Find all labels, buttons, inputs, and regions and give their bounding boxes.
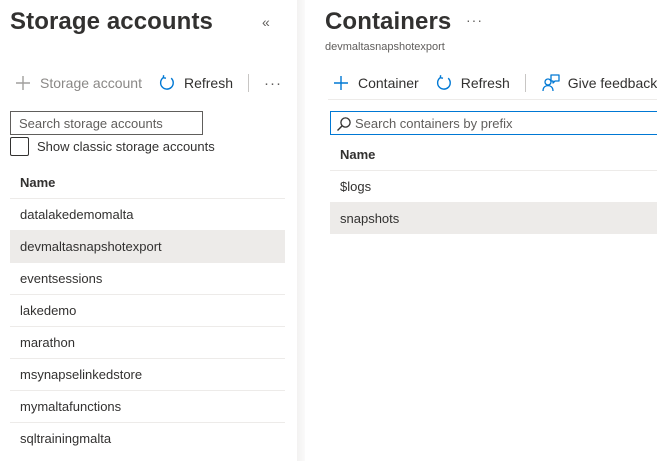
plus-icon [330, 72, 352, 94]
double-chevron-left-icon[interactable]: « [262, 14, 270, 30]
more-icon[interactable]: ··· [264, 75, 282, 92]
container-row[interactable]: snapshots [330, 202, 657, 234]
storage-accounts-column-header[interactable]: Name [20, 175, 55, 190]
containers-search-input[interactable] [331, 112, 657, 134]
toolbar-divider [328, 99, 657, 100]
storage-accounts-toolbar: Storage account Refresh ··· [12, 72, 282, 94]
storage-account-row[interactable]: devmaltasnapshotexport [10, 230, 285, 262]
storage-account-row[interactable]: eventsessions [10, 262, 285, 294]
storage-accounts-list: datalakedemomalta devmaltasnapshotexport e… [10, 198, 285, 454]
show-classic-row: Show classic storage accounts [10, 137, 215, 156]
containers-column-header[interactable]: Name [340, 147, 375, 162]
give-feedback-button[interactable]: Give feedback [540, 72, 657, 94]
toolbar-separator [524, 74, 526, 92]
containers-search-box [330, 111, 657, 135]
add-storage-account-button[interactable]: Storage account [12, 72, 142, 94]
storage-accounts-pane: Storage accounts « Storage account Refre… [0, 0, 297, 461]
refresh-icon [156, 72, 178, 94]
give-feedback-label: Give feedback [567, 75, 657, 91]
show-classic-checkbox[interactable] [10, 137, 29, 156]
storage-accounts-title: Storage accounts [10, 8, 213, 35]
containers-list: $logs snapshots [330, 170, 657, 234]
add-container-label: Container [358, 75, 419, 91]
storage-account-row[interactable]: marathon [10, 326, 285, 358]
storage-account-row[interactable]: mymaltafunctions [10, 390, 285, 422]
container-row[interactable]: $logs [330, 170, 657, 202]
refresh-label: Refresh [460, 75, 510, 91]
refresh-label: Refresh [183, 75, 233, 91]
containers-toolbar: Container Refresh Give feedback [330, 72, 657, 94]
toolbar-separator [248, 74, 249, 92]
refresh-containers-button[interactable]: Refresh [433, 72, 510, 94]
add-storage-account-label: Storage account [40, 75, 142, 91]
pane-divider [297, 0, 305, 461]
search-icon [336, 116, 352, 132]
containers-title: Containers [325, 8, 452, 35]
refresh-storage-accounts-button[interactable]: Refresh [156, 72, 233, 94]
storage-accounts-search-input[interactable] [11, 112, 202, 134]
show-classic-label: Show classic storage accounts [37, 139, 215, 154]
refresh-icon [433, 72, 455, 94]
feedback-icon [540, 72, 562, 94]
storage-account-row[interactable]: datalakedemomalta [10, 198, 285, 230]
plus-icon [12, 72, 34, 94]
storage-accounts-search-box [10, 111, 203, 135]
storage-account-row[interactable]: sqltrainingmalta [10, 422, 285, 454]
storage-account-row[interactable]: lakedemo [10, 294, 285, 326]
containers-subtitle: devmaltasnapshotexport [325, 41, 445, 53]
more-icon[interactable]: ··· [466, 12, 483, 28]
storage-account-row[interactable]: msynapselinkedstore [10, 358, 285, 390]
add-container-button[interactable]: Container [330, 72, 419, 94]
